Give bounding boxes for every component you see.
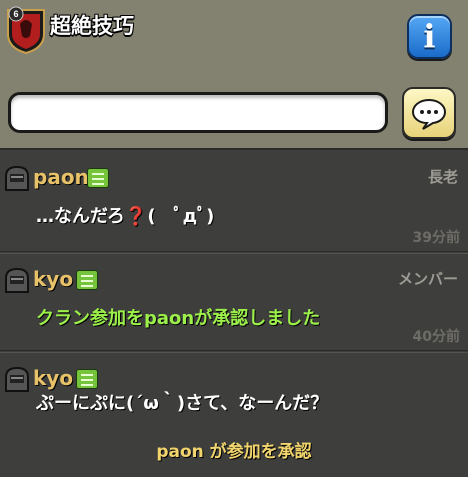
message-author[interactable]: kyo [33, 267, 73, 291]
message-timestamp: 39分前 [412, 230, 460, 246]
player-level-icon [76, 270, 98, 290]
join-approved-notice: paon が参加を承認 [156, 442, 312, 462]
system-message-text: クラン参加をpaonが承認しました [36, 308, 321, 329]
message-author[interactable]: kyo [33, 366, 73, 390]
clan-chat-header: 6 超絶技巧 i [0, 0, 468, 150]
message-text: …なんだろ❓( ﾟдﾟ) [36, 202, 214, 228]
message-timestamp: 40分前 [412, 329, 460, 345]
message-text: ぷーにぷに(´ω｀)さて、なーんだ？ [36, 393, 329, 414]
message-text-suffix: ( ﾟдﾟ) [147, 206, 215, 227]
message-author[interactable]: paon [33, 165, 89, 189]
chat-message: kyo ぷーにぷに(´ω｀)さて、なーんだ？ paon が参加を承認 [0, 352, 468, 477]
player-avatar-icon[interactable] [2, 164, 32, 194]
chat-message: paon 長老 …なんだろ❓( ﾟдﾟ) 39分前 [0, 152, 468, 252]
chat-message: kyo メンバー クラン参加をpaonが承認しました 40分前 [0, 253, 468, 351]
red-question-icon: ❓ [124, 206, 148, 227]
message-text-prefix: …なんだろ [36, 206, 125, 227]
player-level-icon [76, 369, 98, 389]
info-button[interactable]: i [407, 14, 452, 59]
player-avatar-icon[interactable] [2, 266, 32, 296]
member-role: メンバー [397, 270, 458, 288]
clan-name: 超絶技巧 [50, 14, 134, 38]
speech-bubble-icon [411, 98, 447, 130]
chat-input[interactable] [8, 92, 388, 133]
player-avatar-icon[interactable] [2, 365, 32, 395]
clan-badge-icon[interactable]: 6 [6, 6, 46, 55]
badge-level: 6 [13, 9, 18, 19]
player-level-icon [87, 168, 109, 188]
send-message-button[interactable] [402, 87, 456, 139]
member-role: 長老 [427, 168, 458, 186]
